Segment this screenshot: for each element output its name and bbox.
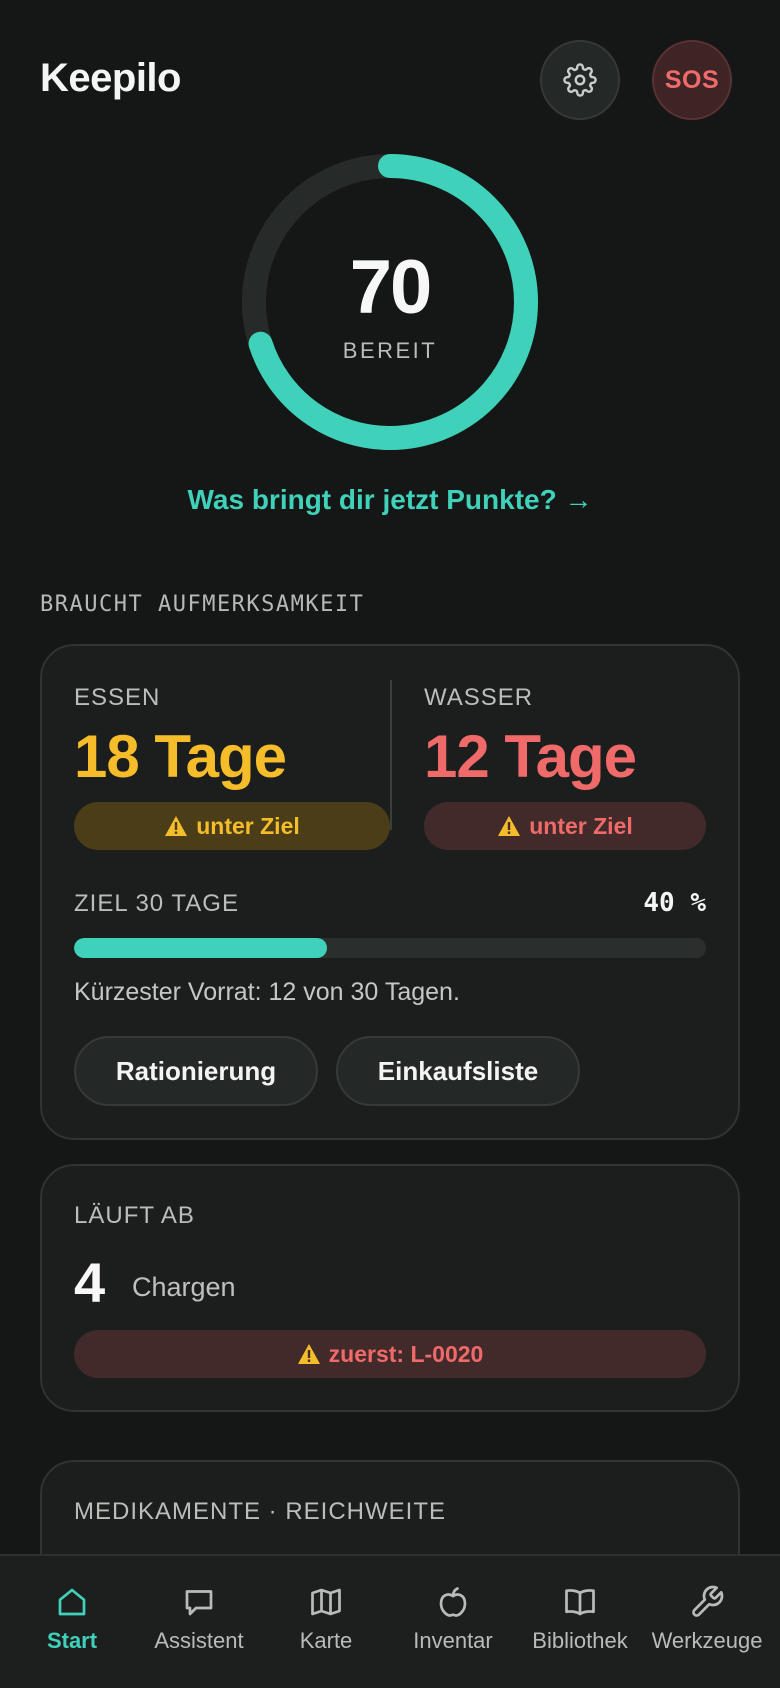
chat-icon — [185, 1590, 213, 1616]
wrench-icon — [692, 1585, 724, 1617]
nav-label: Karte — [299, 1628, 353, 1653]
nav-item-assistent[interactable]: Assistent — [134, 1556, 264, 1688]
expiry-card[interactable]: LÄUFT AB 4 Chargen zuerst: L-0020 — [40, 1164, 740, 1412]
readiness-score-label: BEREIT — [342, 338, 438, 363]
goal-percent: 40 % — [643, 888, 706, 918]
home-icon — [58, 1588, 86, 1616]
readiness-score-ring[interactable]: 70 BEREIT — [240, 152, 540, 452]
rationing-button[interactable]: Rationierung — [74, 1036, 318, 1106]
nav-label: Inventar — [413, 1628, 493, 1653]
food-status-badge: unter Ziel — [74, 802, 390, 850]
expiry-first-badge: zuerst: L-0020 — [74, 1330, 706, 1378]
gear-icon — [563, 63, 597, 97]
nav-item-werkzeuge[interactable]: Werkzeuge — [642, 1556, 772, 1688]
goal-label: ZIEL 30 TAGE — [74, 890, 239, 917]
medication-label: MEDIKAMENTE · REICHWEITE — [74, 1498, 447, 1525]
nav-item-inventar[interactable]: Inventar — [388, 1556, 518, 1688]
app-title: Keepilo — [40, 56, 181, 100]
water-days-value: 12 Tage — [424, 723, 637, 790]
settings-button[interactable] — [540, 40, 620, 120]
sos-button[interactable]: SOS — [652, 40, 732, 120]
nav-label: Bibliothek — [532, 1628, 628, 1653]
app-screen: Keepilo SOS 70 BEREIT Was bringt dir jet… — [0, 0, 780, 1688]
warning-icon — [498, 816, 521, 836]
warning-icon — [165, 816, 188, 836]
readiness-score-value: 70 — [349, 245, 433, 330]
shortest-supply-note: Kürzester Vorrat: 12 von 30 Tagen. — [74, 978, 460, 1006]
warning-icon — [297, 1344, 320, 1364]
nav-label: Assistent — [154, 1628, 244, 1653]
attention-section-title: BRAUCHT AUFMERKSAMKEIT — [40, 592, 365, 617]
food-days-value: 18 Tage — [74, 723, 287, 790]
expiry-unit: Chargen — [132, 1272, 236, 1302]
shopping-list-button[interactable]: Einkaufsliste — [336, 1036, 580, 1106]
supply-card: ESSEN 18 Tage unter Ziel WASSER 12 Tage … — [40, 644, 740, 1140]
water-label: WASSER — [424, 684, 534, 711]
nav-label: Werkzeuge — [651, 1628, 763, 1653]
apple-icon — [439, 1587, 467, 1617]
food-status-text: unter Ziel — [196, 812, 300, 839]
book-icon — [565, 1589, 595, 1616]
bottom-nav: Start Assistent Karte Inventar Bibliothe… — [0, 1554, 780, 1688]
water-status-text: unter Ziel — [529, 812, 633, 839]
nav-item-start[interactable]: Start — [7, 1556, 137, 1688]
divider — [390, 680, 392, 830]
nav-item-bibliothek[interactable]: Bibliothek — [515, 1556, 645, 1688]
nav-item-karte[interactable]: Karte — [261, 1556, 391, 1688]
expiry-first-text: zuerst: L-0020 — [328, 1340, 484, 1367]
expiry-count: 4 — [74, 1251, 106, 1314]
goal-progress-bar — [74, 938, 706, 958]
water-status-badge: unter Ziel — [424, 802, 706, 850]
food-label: ESSEN — [74, 684, 161, 711]
map-icon — [311, 1588, 341, 1616]
points-help-link[interactable]: Was bringt dir jetzt Punkte? → — [0, 484, 780, 516]
nav-label: Start — [46, 1628, 98, 1653]
goal-progress-fill — [74, 938, 327, 958]
expiry-label: LÄUFT AB — [74, 1202, 195, 1229]
